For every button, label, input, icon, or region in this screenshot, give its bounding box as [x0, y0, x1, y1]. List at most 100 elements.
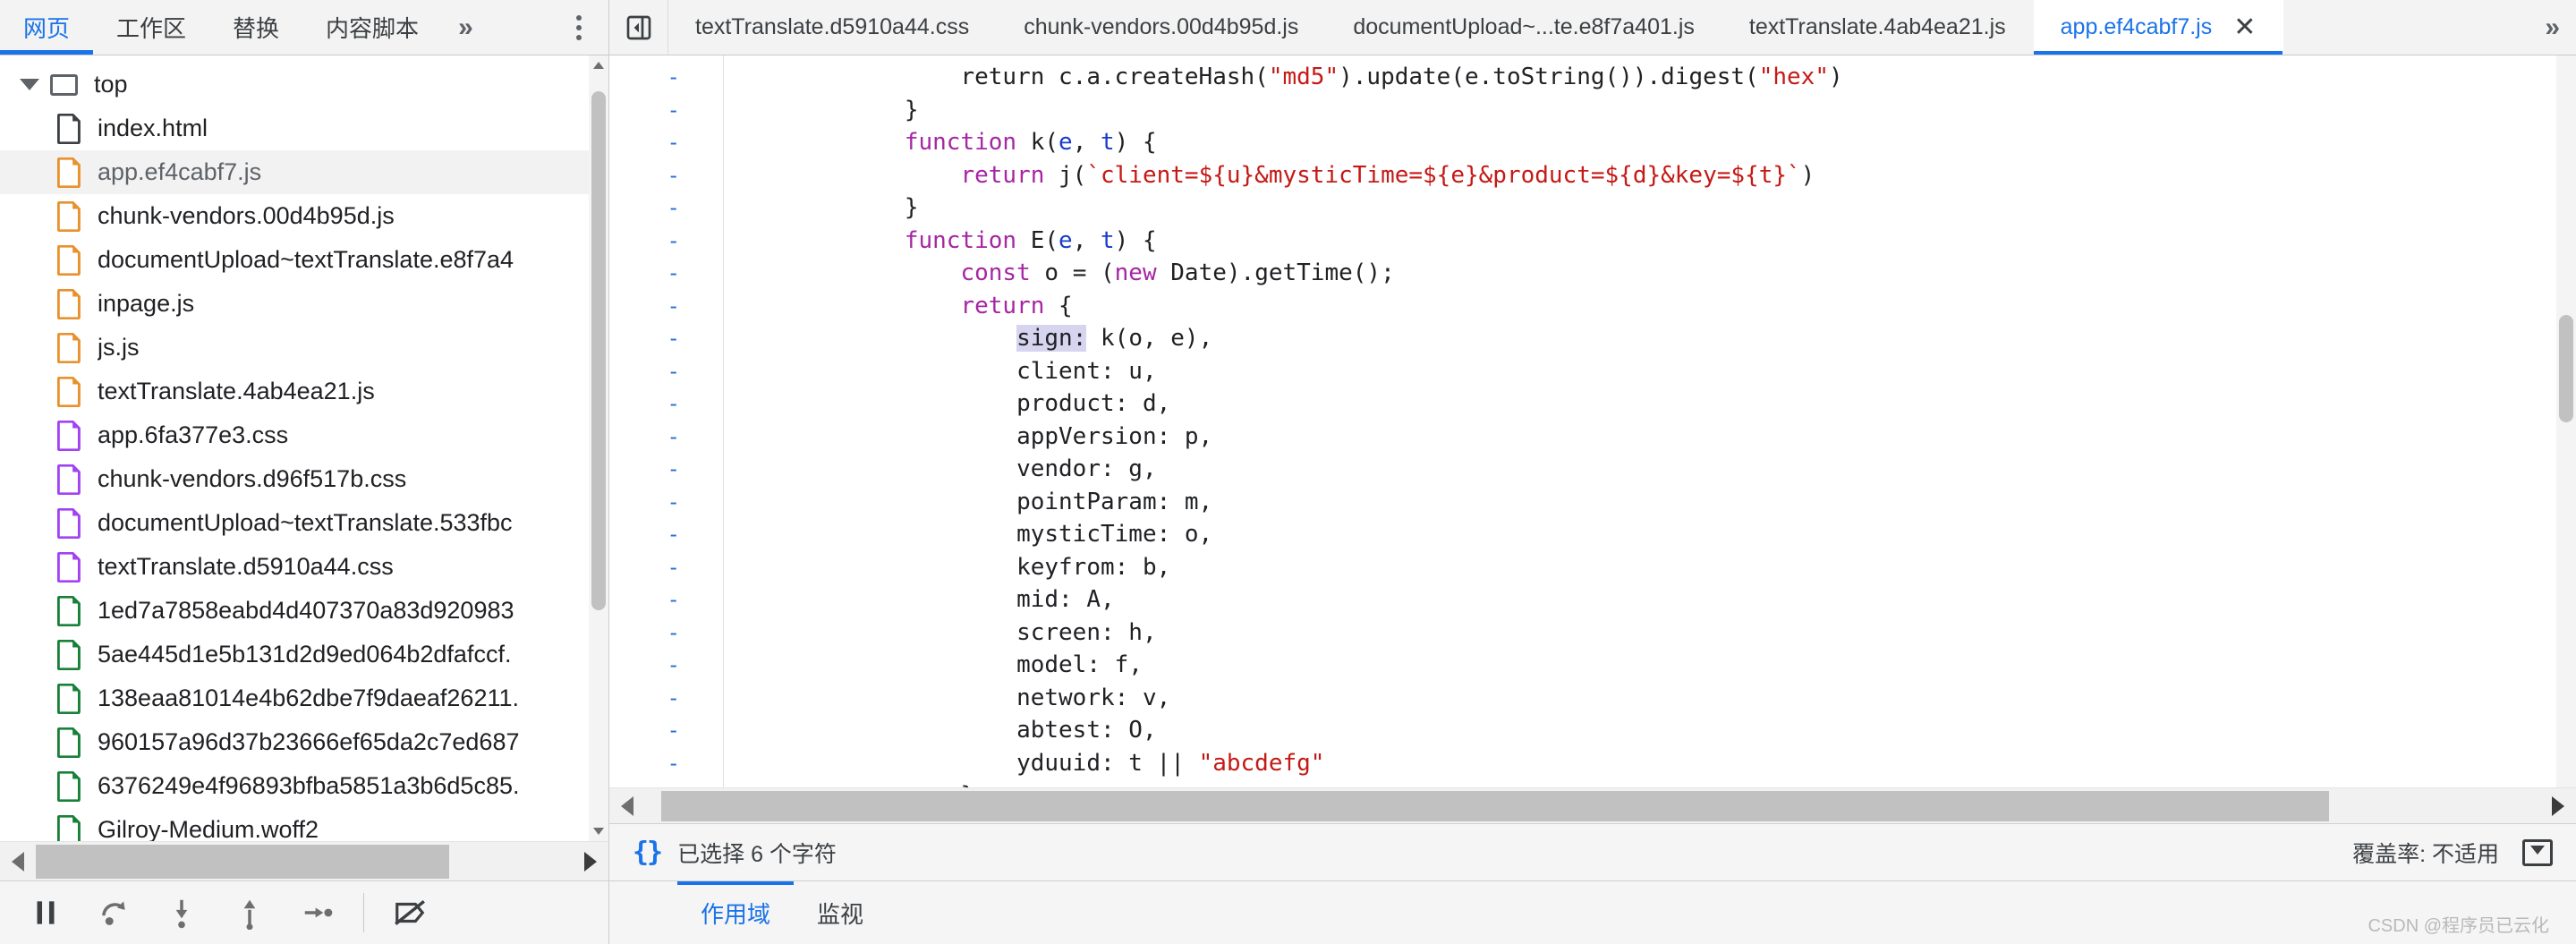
editor-tab[interactable]: textTranslate.4ab4ea21.js: [1722, 0, 2034, 55]
scrollbar-track[interactable]: [645, 788, 2540, 824]
editor-vertical-scrollbar[interactable]: [2556, 55, 2576, 787]
editor-horizontal-scrollbar[interactable]: [609, 787, 2576, 823]
tree-item-file[interactable]: 1ed7a7858eabd4d407370a83d920983: [0, 589, 608, 633]
editor-more-tabs-button[interactable]: »: [2525, 0, 2576, 55]
file-tree-horizontal-scrollbar[interactable]: [0, 841, 608, 880]
code-line[interactable]: keyfrom: b,: [736, 551, 2576, 584]
tree-item-file[interactable]: 138eaa81014e4b62dbe7f9daeaf26211.: [0, 676, 608, 720]
deactivate-breakpoints-button[interactable]: [380, 883, 439, 942]
editor-tab[interactable]: documentUpload~...te.e8f7a401.js: [1326, 0, 1722, 55]
tree-item-file[interactable]: documentUpload~textTranslate.533fbc: [0, 501, 608, 545]
pause-script-button[interactable]: [16, 883, 75, 942]
code-line[interactable]: vendor: g,: [736, 453, 2576, 486]
tree-item-file[interactable]: chunk-vendors.00d4b95d.js: [0, 194, 608, 238]
tree-item-file[interactable]: app.ef4cabf7.js: [0, 150, 608, 194]
file-tree-vertical-scrollbar[interactable]: [589, 55, 608, 841]
close-icon[interactable]: ✕: [2233, 14, 2256, 41]
step-button[interactable]: [288, 883, 347, 942]
scrollbar-thumb[interactable]: [2559, 315, 2573, 422]
code-line[interactable]: model: f,: [736, 649, 2576, 682]
scrollbar-thumb[interactable]: [36, 845, 449, 879]
editor-tab-active[interactable]: app.ef4cabf7.js✕: [2034, 0, 2284, 55]
line-number[interactable]: -: [609, 747, 723, 780]
line-number[interactable]: -: [609, 290, 723, 323]
code-line[interactable]: screen: h,: [736, 617, 2576, 650]
code-line[interactable]: yduuid: t || "abcdefg": [736, 747, 2576, 780]
show-drawer-icon[interactable]: [2522, 839, 2553, 866]
tree-item-file[interactable]: chunk-vendors.d96f517b.css: [0, 457, 608, 501]
tree-item-file[interactable]: index.html: [0, 106, 608, 150]
code-line[interactable]: }: [736, 191, 2576, 225]
code-line[interactable]: function k(e, t) {: [736, 126, 2576, 159]
line-number[interactable]: -: [609, 159, 723, 192]
tree-item-file[interactable]: js.js: [0, 326, 608, 370]
code-line[interactable]: mid: A,: [736, 583, 2576, 617]
scroll-left-arrow-icon[interactable]: [0, 852, 36, 872]
editor-gutter[interactable]: ------------------------: [609, 55, 724, 823]
line-number[interactable]: -: [609, 257, 723, 290]
line-number[interactable]: -: [609, 126, 723, 159]
code-line[interactable]: return {: [736, 290, 2576, 323]
scrollbar-track[interactable]: [36, 842, 573, 881]
line-number[interactable]: -: [609, 387, 723, 421]
navigator-options-button[interactable]: [549, 0, 608, 55]
line-number[interactable]: -: [609, 453, 723, 486]
file-tree[interactable]: topindex.htmlapp.ef4cabf7.jschunk-vendor…: [0, 55, 608, 880]
navigator-tab-page[interactable]: 网页: [0, 0, 93, 55]
collapse-navigator-button[interactable]: [609, 0, 668, 55]
line-number[interactable]: -: [609, 421, 723, 454]
tree-item-file[interactable]: 5ae445d1e5b131d2d9ed064b2dfafccf.: [0, 633, 608, 676]
scroll-left-arrow-icon[interactable]: [609, 796, 645, 816]
code-line[interactable]: }: [736, 94, 2576, 127]
drawer-tab-scope[interactable]: 作用域: [677, 881, 794, 944]
expand-arrow-icon[interactable]: [20, 79, 39, 90]
line-number[interactable]: -: [609, 225, 723, 258]
tree-item-file[interactable]: documentUpload~textTranslate.e8f7a4: [0, 238, 608, 282]
editor-tab[interactable]: chunk-vendors.00d4b95d.js: [997, 0, 1326, 55]
tree-item-file[interactable]: app.6fa377e3.css: [0, 413, 608, 457]
line-number[interactable]: -: [609, 649, 723, 682]
code-line[interactable]: pointParam: m,: [736, 486, 2576, 519]
line-number[interactable]: -: [609, 518, 723, 551]
code-line[interactable]: mysticTime: o,: [736, 518, 2576, 551]
scroll-down-arrow-icon[interactable]: [589, 821, 608, 841]
line-number[interactable]: -: [609, 61, 723, 94]
code-content[interactable]: return c.a.createHash("md5").update(e.to…: [724, 55, 2576, 823]
tree-item-file[interactable]: textTranslate.d5910a44.css: [0, 545, 608, 589]
code-line[interactable]: return c.a.createHash("md5").update(e.to…: [736, 61, 2576, 94]
code-line[interactable]: function E(e, t) {: [736, 225, 2576, 258]
tree-item-file[interactable]: 6376249e4f96893bfba5851a3b6d5c85.: [0, 764, 608, 808]
scroll-right-arrow-icon[interactable]: [2540, 796, 2576, 816]
line-number[interactable]: -: [609, 682, 723, 715]
step-over-button[interactable]: [84, 883, 143, 942]
code-line[interactable]: client: u,: [736, 355, 2576, 388]
navigator-tab-overrides[interactable]: 替换: [209, 0, 302, 55]
navigator-tab-workspace[interactable]: 工作区: [93, 0, 209, 55]
code-line[interactable]: product: d,: [736, 387, 2576, 421]
line-number[interactable]: -: [609, 486, 723, 519]
tree-item-file[interactable]: textTranslate.4ab4ea21.js: [0, 370, 608, 413]
navigator-tab-content-scripts[interactable]: 内容脚本: [302, 0, 442, 55]
scroll-up-arrow-icon[interactable]: [589, 55, 608, 75]
scrollbar-thumb[interactable]: [591, 91, 606, 610]
step-out-button[interactable]: [220, 883, 279, 942]
pretty-print-icon[interactable]: {}: [633, 837, 661, 868]
line-number[interactable]: -: [609, 191, 723, 225]
tree-item-file[interactable]: inpage.js: [0, 282, 608, 326]
tree-item-frame[interactable]: top: [0, 63, 608, 106]
scrollbar-thumb[interactable]: [661, 791, 2329, 821]
line-number[interactable]: -: [609, 355, 723, 388]
line-number[interactable]: -: [609, 583, 723, 617]
scroll-right-arrow-icon[interactable]: [573, 852, 608, 872]
line-number[interactable]: -: [609, 714, 723, 747]
code-line[interactable]: sign: k(o, e),: [736, 322, 2576, 355]
line-number[interactable]: -: [609, 322, 723, 355]
code-line[interactable]: abtest: O,: [736, 714, 2576, 747]
code-line[interactable]: return j(`client=${u}&mysticTime=${e}&pr…: [736, 159, 2576, 192]
code-editor[interactable]: ------------------------ return c.a.crea…: [609, 55, 2576, 823]
line-number[interactable]: -: [609, 94, 723, 127]
code-line[interactable]: appVersion: p,: [736, 421, 2576, 454]
tree-item-file[interactable]: 960157a96d37b23666ef65da2c7ed687: [0, 720, 608, 764]
line-number[interactable]: -: [609, 617, 723, 650]
code-line[interactable]: const o = (new Date).getTime();: [736, 257, 2576, 290]
